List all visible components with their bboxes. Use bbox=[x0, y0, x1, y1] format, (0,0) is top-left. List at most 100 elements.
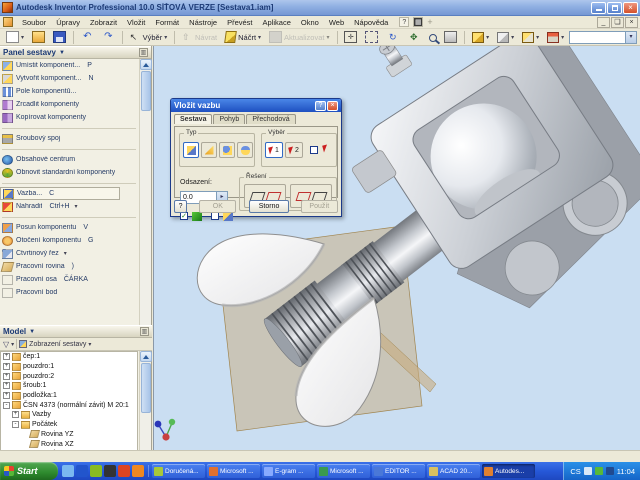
panel-scrollbar[interactable] bbox=[139, 59, 151, 338]
second-selection-button[interactable]: 2 bbox=[285, 142, 303, 158]
dialog-tab[interactable]: Sestava bbox=[174, 114, 212, 124]
scroll-up-button[interactable] bbox=[140, 59, 152, 70]
dialog-tab[interactable]: Přechodová bbox=[246, 114, 295, 124]
quick-launch-orange-icon[interactable] bbox=[132, 465, 144, 477]
tree-item[interactable]: - ČSN 4373 (normální závit) M 20:1 bbox=[1, 400, 137, 410]
ok-button[interactable]: OK bbox=[199, 200, 236, 213]
tree-item[interactable]: Rovina YZ bbox=[1, 430, 137, 440]
panel-item[interactable]: Umístit komponent... P bbox=[0, 59, 138, 72]
angle-constraint-button[interactable] bbox=[201, 142, 217, 158]
panel-item[interactable]: Vytvořit komponent... N bbox=[0, 72, 138, 85]
panel-item[interactable]: Šroubový spoj bbox=[0, 132, 138, 145]
save-button[interactable] bbox=[50, 30, 69, 45]
select-button[interactable]: ↖Výběr▾ bbox=[127, 30, 171, 45]
tree-item[interactable]: Rovina XZ bbox=[1, 439, 137, 449]
open-file-button[interactable] bbox=[29, 30, 48, 45]
panel-item[interactable]: Pracovní bod bbox=[0, 286, 138, 299]
bolt-small[interactable] bbox=[374, 46, 413, 78]
panel-item[interactable]: Posun komponentu V bbox=[0, 221, 138, 234]
menu-item[interactable]: Zobrazit bbox=[85, 17, 122, 28]
apply-button[interactable]: Použít bbox=[301, 200, 338, 213]
panel-item[interactable]: Čtvrtinový řez ▾ bbox=[0, 247, 138, 260]
menu-item[interactable]: Nástroje bbox=[184, 17, 222, 28]
degrees-of-freedom-button[interactable]: ▾ bbox=[544, 30, 567, 45]
menu-item[interactable]: Převést bbox=[222, 17, 257, 28]
child-minimize-button[interactable]: _ bbox=[597, 17, 610, 28]
zoom-window-button[interactable] bbox=[362, 30, 381, 45]
tree-item[interactable]: - Počátek bbox=[1, 420, 137, 430]
close-button[interactable]: × bbox=[623, 2, 638, 14]
filter-icon[interactable]: ▽ bbox=[3, 340, 9, 349]
menu-item[interactable]: Formát bbox=[150, 17, 184, 28]
menu-item[interactable]: Okno bbox=[296, 17, 324, 28]
tree-item[interactable]: + čep:1 bbox=[1, 352, 137, 362]
dialog-close-icon[interactable]: × bbox=[327, 101, 338, 111]
pan-button[interactable]: ✥ bbox=[404, 30, 423, 45]
taskbar-task[interactable]: Autodes... bbox=[482, 464, 535, 478]
tree-expander[interactable]: + bbox=[3, 392, 10, 399]
menu-item[interactable]: Web bbox=[324, 17, 349, 28]
place-constraint-dialog[interactable]: Vložit vazbu ? × SestavaPohybPřechodová … bbox=[170, 98, 342, 217]
tree-expander[interactable]: + bbox=[12, 411, 19, 418]
antivirus-icon[interactable] bbox=[595, 467, 603, 475]
panel-item[interactable]: Pole komponentů... bbox=[0, 85, 138, 98]
panel-item[interactable]: Obsahové centrum bbox=[0, 153, 138, 166]
tree-item[interactable]: + šroub:1 bbox=[1, 381, 137, 391]
panel-item[interactable]: Kopírovat komponenty bbox=[0, 111, 138, 124]
look-at-button[interactable] bbox=[441, 30, 460, 45]
tree-expander[interactable]: - bbox=[12, 421, 19, 428]
child-restore-button[interactable]: ❏ bbox=[611, 17, 624, 28]
hidden-edge-display-button[interactable]: ▾ bbox=[494, 30, 517, 45]
messenger-icon[interactable] bbox=[90, 465, 102, 477]
dialog-tab[interactable]: Pohyb bbox=[213, 114, 245, 124]
tree-expander[interactable]: - bbox=[3, 402, 10, 409]
panel-item[interactable]: Obnovit standardní komponenty bbox=[0, 166, 138, 179]
media-player-icon[interactable] bbox=[104, 465, 116, 477]
plus-icon[interactable]: + bbox=[427, 17, 432, 27]
tree-expander[interactable]: + bbox=[3, 353, 10, 360]
taskbar-task[interactable]: ACAD 20... bbox=[427, 464, 480, 478]
panel-item[interactable]: Pracovní rovina ) bbox=[0, 260, 138, 273]
tree-expander[interactable]: + bbox=[3, 373, 10, 380]
more-options-button[interactable]: ? bbox=[174, 200, 187, 213]
cancel-button[interactable]: Storno bbox=[249, 200, 288, 213]
title-bar[interactable]: Autodesk Inventor Professional 10.0 SÍŤO… bbox=[0, 0, 640, 16]
outlook-icon[interactable] bbox=[76, 465, 88, 477]
language-indicator[interactable]: CS bbox=[570, 467, 580, 476]
restore-button[interactable] bbox=[607, 2, 622, 14]
chevron-down-icon[interactable]: ▾ bbox=[11, 341, 14, 348]
tree-item[interactable]: + podložka:1 bbox=[1, 391, 137, 401]
internet-explorer-icon[interactable] bbox=[62, 465, 74, 477]
model-panel-header[interactable]: Model ▼ ▥ bbox=[0, 325, 152, 338]
dialog-help-icon[interactable]: ? bbox=[315, 101, 326, 111]
redo-button[interactable]: ↷ bbox=[99, 30, 118, 45]
menu-item[interactable]: Úpravy bbox=[51, 17, 85, 28]
taskbar-task[interactable]: Microsoft ... bbox=[207, 464, 260, 478]
start-button[interactable]: Start bbox=[0, 462, 58, 480]
child-close-button[interactable]: × bbox=[625, 17, 638, 28]
dialog-title-bar[interactable]: Vložit vazbu ? × bbox=[171, 99, 341, 112]
panel-item[interactable]: Otočení komponentu G bbox=[0, 234, 138, 247]
update-button[interactable]: Aktualizovat▾ bbox=[266, 30, 332, 45]
insert-constraint-button[interactable] bbox=[237, 142, 253, 158]
minimize-button[interactable] bbox=[591, 2, 606, 14]
scroll-up-button[interactable] bbox=[140, 351, 152, 362]
sketch-button[interactable]: Náčrt▾ bbox=[222, 30, 264, 45]
mate-constraint-button[interactable] bbox=[183, 142, 199, 158]
taskbar-task[interactable]: Microsoft ... bbox=[317, 464, 370, 478]
pick-part-first-checkbox[interactable] bbox=[310, 146, 318, 154]
panel-options-icon[interactable]: ▥ bbox=[139, 48, 148, 57]
assembly-panel-header[interactable]: Panel sestavy ▼ ▥ bbox=[0, 46, 151, 59]
return-button[interactable]: ⇧Návrat bbox=[179, 30, 220, 45]
zoom-all-button[interactable]: ✛ bbox=[341, 30, 360, 45]
menu-item[interactable]: Vložit bbox=[122, 17, 150, 28]
panel-item[interactable]: Pracovní osa ČÁRKA bbox=[0, 273, 138, 286]
taskbar-task[interactable]: E-gram ... bbox=[262, 464, 315, 478]
volume-icon[interactable] bbox=[584, 467, 592, 475]
shaded-display-button[interactable]: ▾ bbox=[469, 30, 492, 45]
scroll-thumb[interactable] bbox=[141, 363, 151, 413]
menu-item[interactable]: Nápověda bbox=[349, 17, 393, 28]
panel-item[interactable]: Nahradit Ctrl+H ▾ bbox=[0, 200, 138, 213]
panel-options-icon[interactable]: ▥ bbox=[140, 327, 149, 336]
new-file-button[interactable]: ▾ bbox=[3, 30, 27, 45]
